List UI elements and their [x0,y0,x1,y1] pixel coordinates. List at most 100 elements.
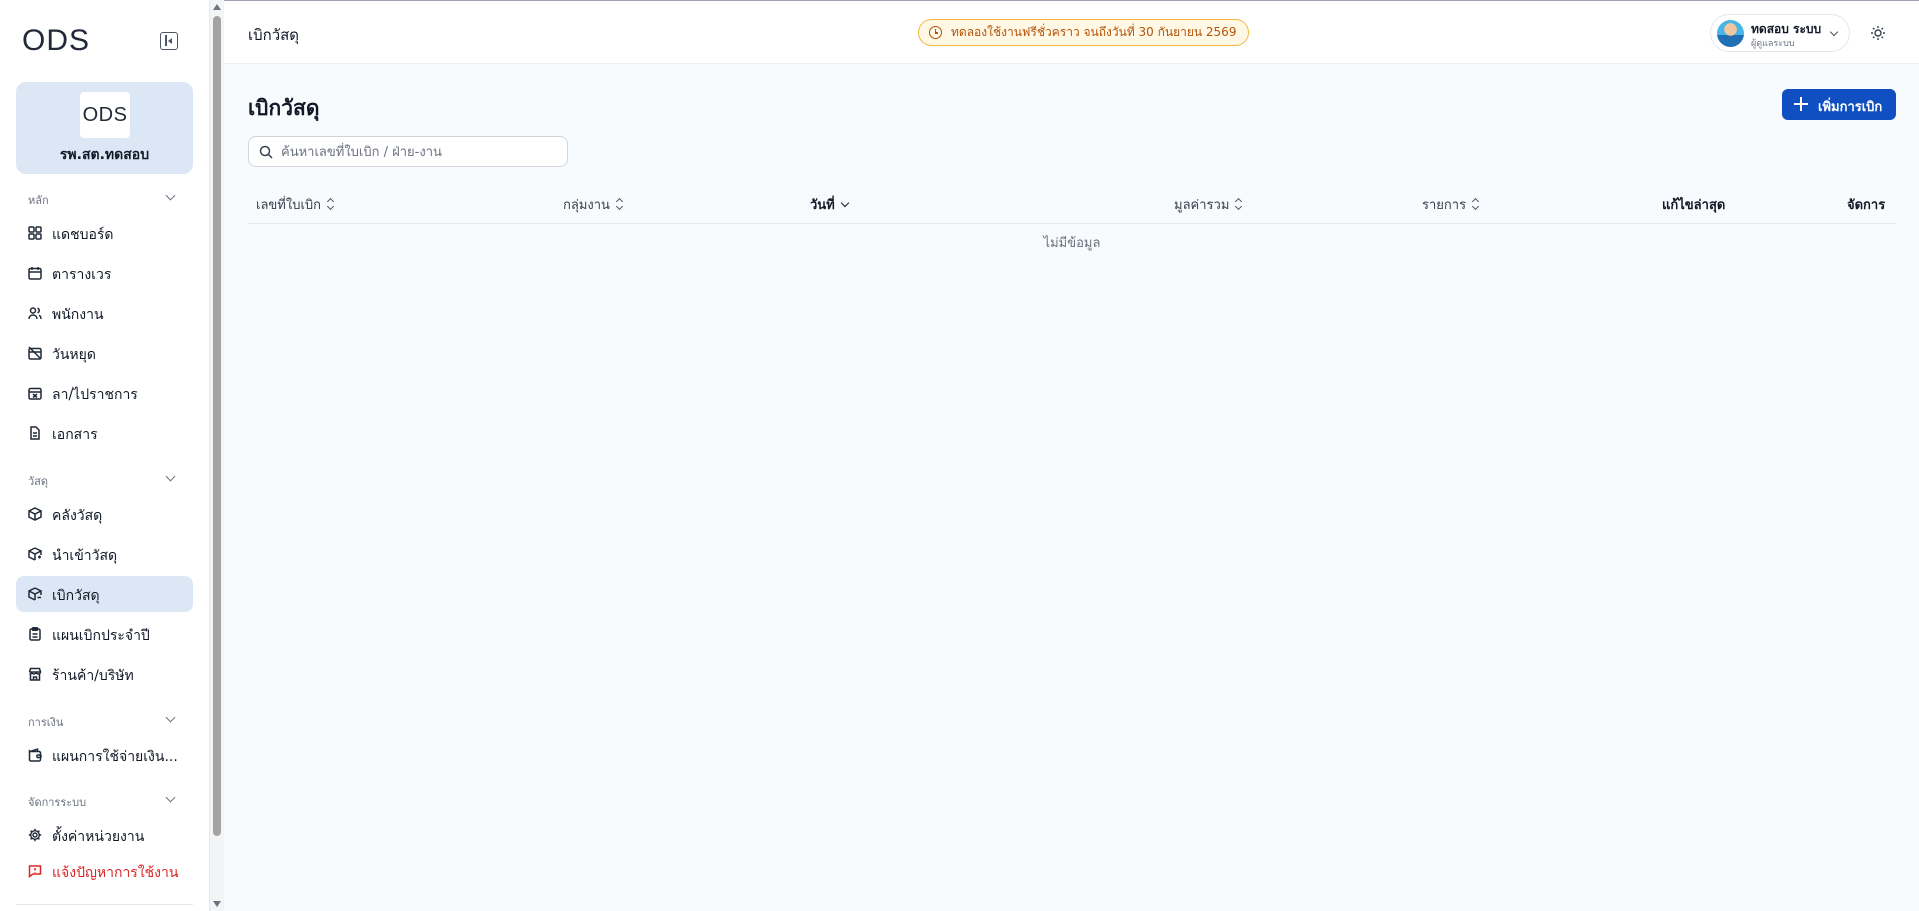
wallet-icon [28,748,42,762]
sidebar-item-label: แจ้งปัญหาการใช้งาน [52,865,179,881]
scroll-up-arrow-icon[interactable] [213,4,221,10]
sidebar-item-label: วันหยุด [52,347,96,363]
table-header: เลขที่ใบเบิก กลุ่มงาน วันที่ มูลค่ารวม ร… [248,188,1896,224]
user-role: ผู้ดูแลระบบ [1751,39,1795,49]
sidebar-item-documents[interactable]: เอกสาร [16,415,193,451]
sidebar-scrollbar[interactable] [210,0,224,911]
column-label: จัดการ [1847,198,1886,213]
sidebar-item-annual-plan[interactable]: แผนเบิกประจำปี [16,616,193,652]
sidebar-item-label: ลา/ไปราชการ [52,387,138,403]
column-header-doc-no[interactable]: เลขที่ใบเบิก [256,194,336,215]
sidebar-item-label: แผนเบิกประจำปี [52,628,150,644]
section-supplies-header[interactable]: วัสดุ [28,471,188,490]
chevron-down-icon [1829,27,1839,37]
breadcrumb-title: เบิกวัสดุ [248,26,300,44]
sidebar-item-report-issue[interactable]: แจ้งปัญหาการใช้งาน [16,853,193,889]
search-icon [259,145,273,159]
theme-toggle-sun-icon[interactable] [1869,24,1887,42]
column-header-total-value[interactable]: มูลค่ารวม [1174,194,1244,215]
column-label: แก้ไขล่าสุด [1662,198,1726,213]
sort-icon [1471,198,1481,210]
sidebar-item-label: คลังวัสดุ [52,508,103,524]
sidebar-item-label: ตารางเวร [52,267,112,283]
avatar [1717,20,1744,47]
package-import-icon [28,547,42,561]
add-withdrawal-label: เพิ่มการเบิก [1818,100,1883,115]
sidebar-item-org-settings[interactable]: ตั้งค่าหน่วยงาน [16,817,193,853]
chevron-down-icon [165,792,176,803]
section-title: การเงิน [28,716,64,729]
sidebar-item-label: แดชบอร์ด [52,227,114,243]
sidebar-item-dashboard[interactable]: แดชบอร์ด [16,215,193,251]
package-withdraw-icon [28,587,42,601]
trial-notice-badge: ทดลองใช้งานฟรีชั่วคราว จนถึงวันที่ 30 กั… [918,19,1250,46]
chevron-down-icon [165,712,176,723]
clipboard-icon [28,627,42,641]
sidebar-item-withdraw[interactable]: เบิกวัสดุ [16,576,193,612]
section-main-header[interactable]: หลัก [28,190,188,209]
calendar-off-icon [28,346,42,360]
sort-icon [1234,198,1244,210]
sidebar: ODS ODS รพ.สต.ทดสอบ หลัก แดชบอร์ด ตารางเ… [0,0,210,911]
column-label: วันที่ [810,198,835,213]
chevron-down-icon [165,190,176,201]
store-icon [28,667,42,681]
calendar-icon [28,266,42,280]
empty-state-text: ไม่มีข้อมูล [1043,236,1101,251]
page-title: เบิกวัสดุ [248,96,320,120]
plus-icon [1794,97,1808,111]
clock-icon [929,26,942,39]
column-header-last-modified: แก้ไขล่าสุด [1662,194,1725,215]
org-logo: ODS [80,92,130,138]
sidebar-item-inventory[interactable]: คลังวัสดุ [16,496,193,532]
sidebar-item-holidays[interactable]: วันหยุด [16,335,193,371]
sidebar-item-spending-plan[interactable]: แผนการใช้จ่ายเงิน... [16,737,193,773]
main-content: เบิกวัสดุ ทดลองใช้งานฟรีชั่วคราว จนถึงวั… [224,0,1919,911]
scroll-thumb[interactable] [213,16,221,836]
org-name: รพ.สต.ทดสอบ [59,147,150,163]
settings-icon [28,828,42,842]
column-label: เลขที่ใบเบิก [256,198,322,213]
section-title: วัสดุ [28,475,49,488]
column-header-actions: จัดการ [1847,194,1885,215]
add-withdrawal-button[interactable]: เพิ่มการเบิก [1782,89,1896,120]
sidebar-divider [16,904,193,905]
sidebar-item-label: พนักงาน [52,307,104,323]
search-box [248,136,568,167]
sidebar-item-label: ร้านค้า/บริษัท [52,668,134,684]
sidebar-item-leave[interactable]: ลา/ไปราชการ [16,375,193,411]
section-title: หลัก [28,194,49,207]
topbar: เบิกวัสดุ ทดลองใช้งานฟรีชั่วคราว จนถึงวั… [224,0,1919,64]
dashboard-icon [28,226,42,240]
section-title: จัดการระบบ [28,796,87,809]
logo-text: ODS [22,24,91,57]
user-menu-button[interactable]: ทดสอบ ระบบ ผู้ดูแลระบบ [1710,14,1850,52]
scroll-down-arrow-icon[interactable] [213,901,221,907]
column-header-date[interactable]: วันที่ [810,194,850,215]
sidebar-item-label: นำเข้าวัสดุ [52,548,118,564]
sidebar-item-label: ตั้งค่าหน่วยงาน [52,829,145,845]
chevron-down-icon [165,471,176,482]
collapse-sidebar-icon[interactable] [160,32,178,50]
trial-notice-text: ทดลองใช้งานฟรีชั่วคราว จนถึงวันที่ 30 กั… [951,25,1237,39]
sort-desc-icon [840,198,850,210]
sidebar-item-import[interactable]: นำเข้าวัสดุ [16,536,193,572]
section-finance-header[interactable]: การเงิน [28,712,188,731]
report-icon [28,864,42,878]
section-system-header[interactable]: จัดการระบบ [28,792,188,811]
column-label: รายการ [1422,198,1467,213]
sidebar-item-staff[interactable]: พนักงาน [16,295,193,331]
sidebar-item-schedule[interactable]: ตารางเวร [16,255,193,291]
document-icon [28,426,42,440]
search-input[interactable] [281,141,561,163]
sidebar-item-label: เอกสาร [52,427,98,443]
sidebar-item-vendors[interactable]: ร้านค้า/บริษัท [16,656,193,692]
column-label: มูลค่ารวม [1174,198,1230,213]
users-icon [28,306,42,320]
column-header-group[interactable]: กลุ่มงาน [563,194,625,215]
org-card[interactable]: ODS รพ.สต.ทดสอบ [16,82,193,174]
package-icon [28,507,42,521]
column-header-items[interactable]: รายการ [1422,194,1481,215]
sort-icon [615,198,625,210]
calendar-x-icon [28,386,42,400]
